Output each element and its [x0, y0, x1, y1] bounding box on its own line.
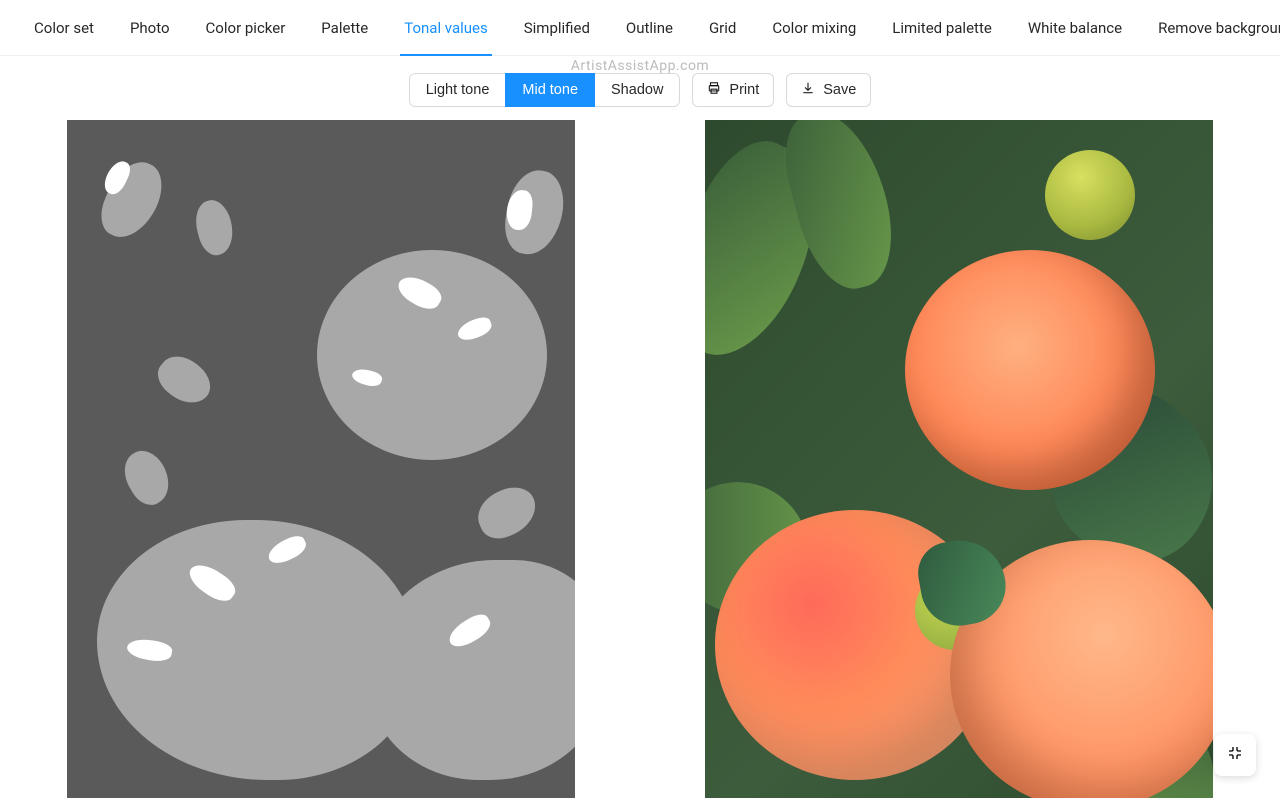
tab-color-mixing[interactable]: Color mixing [754, 0, 874, 56]
tone-light-button[interactable]: Light tone [409, 73, 507, 107]
tone-mid-button[interactable]: Mid tone [505, 73, 595, 107]
print-button[interactable]: Print [692, 73, 774, 107]
tone-segment-group: Light tone Mid tone Shadow [409, 73, 681, 107]
download-icon [801, 81, 815, 99]
tab-color-set[interactable]: Color set [16, 0, 112, 56]
main-tabs: Color set Photo Color picker Palette Ton… [0, 0, 1280, 56]
tab-outline[interactable]: Outline [608, 0, 691, 56]
tab-tonal-values[interactable]: Tonal values [386, 0, 506, 56]
fullscreen-exit-icon [1227, 745, 1243, 765]
tab-simplified[interactable]: Simplified [506, 0, 608, 56]
printer-icon [707, 81, 721, 99]
tonal-value-panel[interactable] [67, 120, 575, 798]
save-label: Save [823, 82, 856, 98]
tab-photo[interactable]: Photo [112, 0, 188, 56]
tone-shadow-button[interactable]: Shadow [594, 73, 680, 107]
tab-white-balance[interactable]: White balance [1010, 0, 1140, 56]
photo-canvas [705, 120, 1213, 798]
original-photo-panel[interactable] [705, 120, 1213, 798]
toolbar: Light tone Mid tone Shadow Print Save [0, 60, 1280, 120]
save-button[interactable]: Save [786, 73, 871, 107]
tab-limited-palette[interactable]: Limited palette [874, 0, 1010, 56]
tonal-canvas [67, 120, 575, 798]
fullscreen-exit-button[interactable] [1214, 734, 1256, 776]
print-label: Print [729, 82, 759, 98]
tab-palette[interactable]: Palette [303, 0, 386, 56]
content-area [0, 120, 1280, 798]
tab-grid[interactable]: Grid [691, 0, 754, 56]
tab-color-picker[interactable]: Color picker [188, 0, 304, 56]
tab-remove-background[interactable]: Remove background [1140, 0, 1280, 56]
